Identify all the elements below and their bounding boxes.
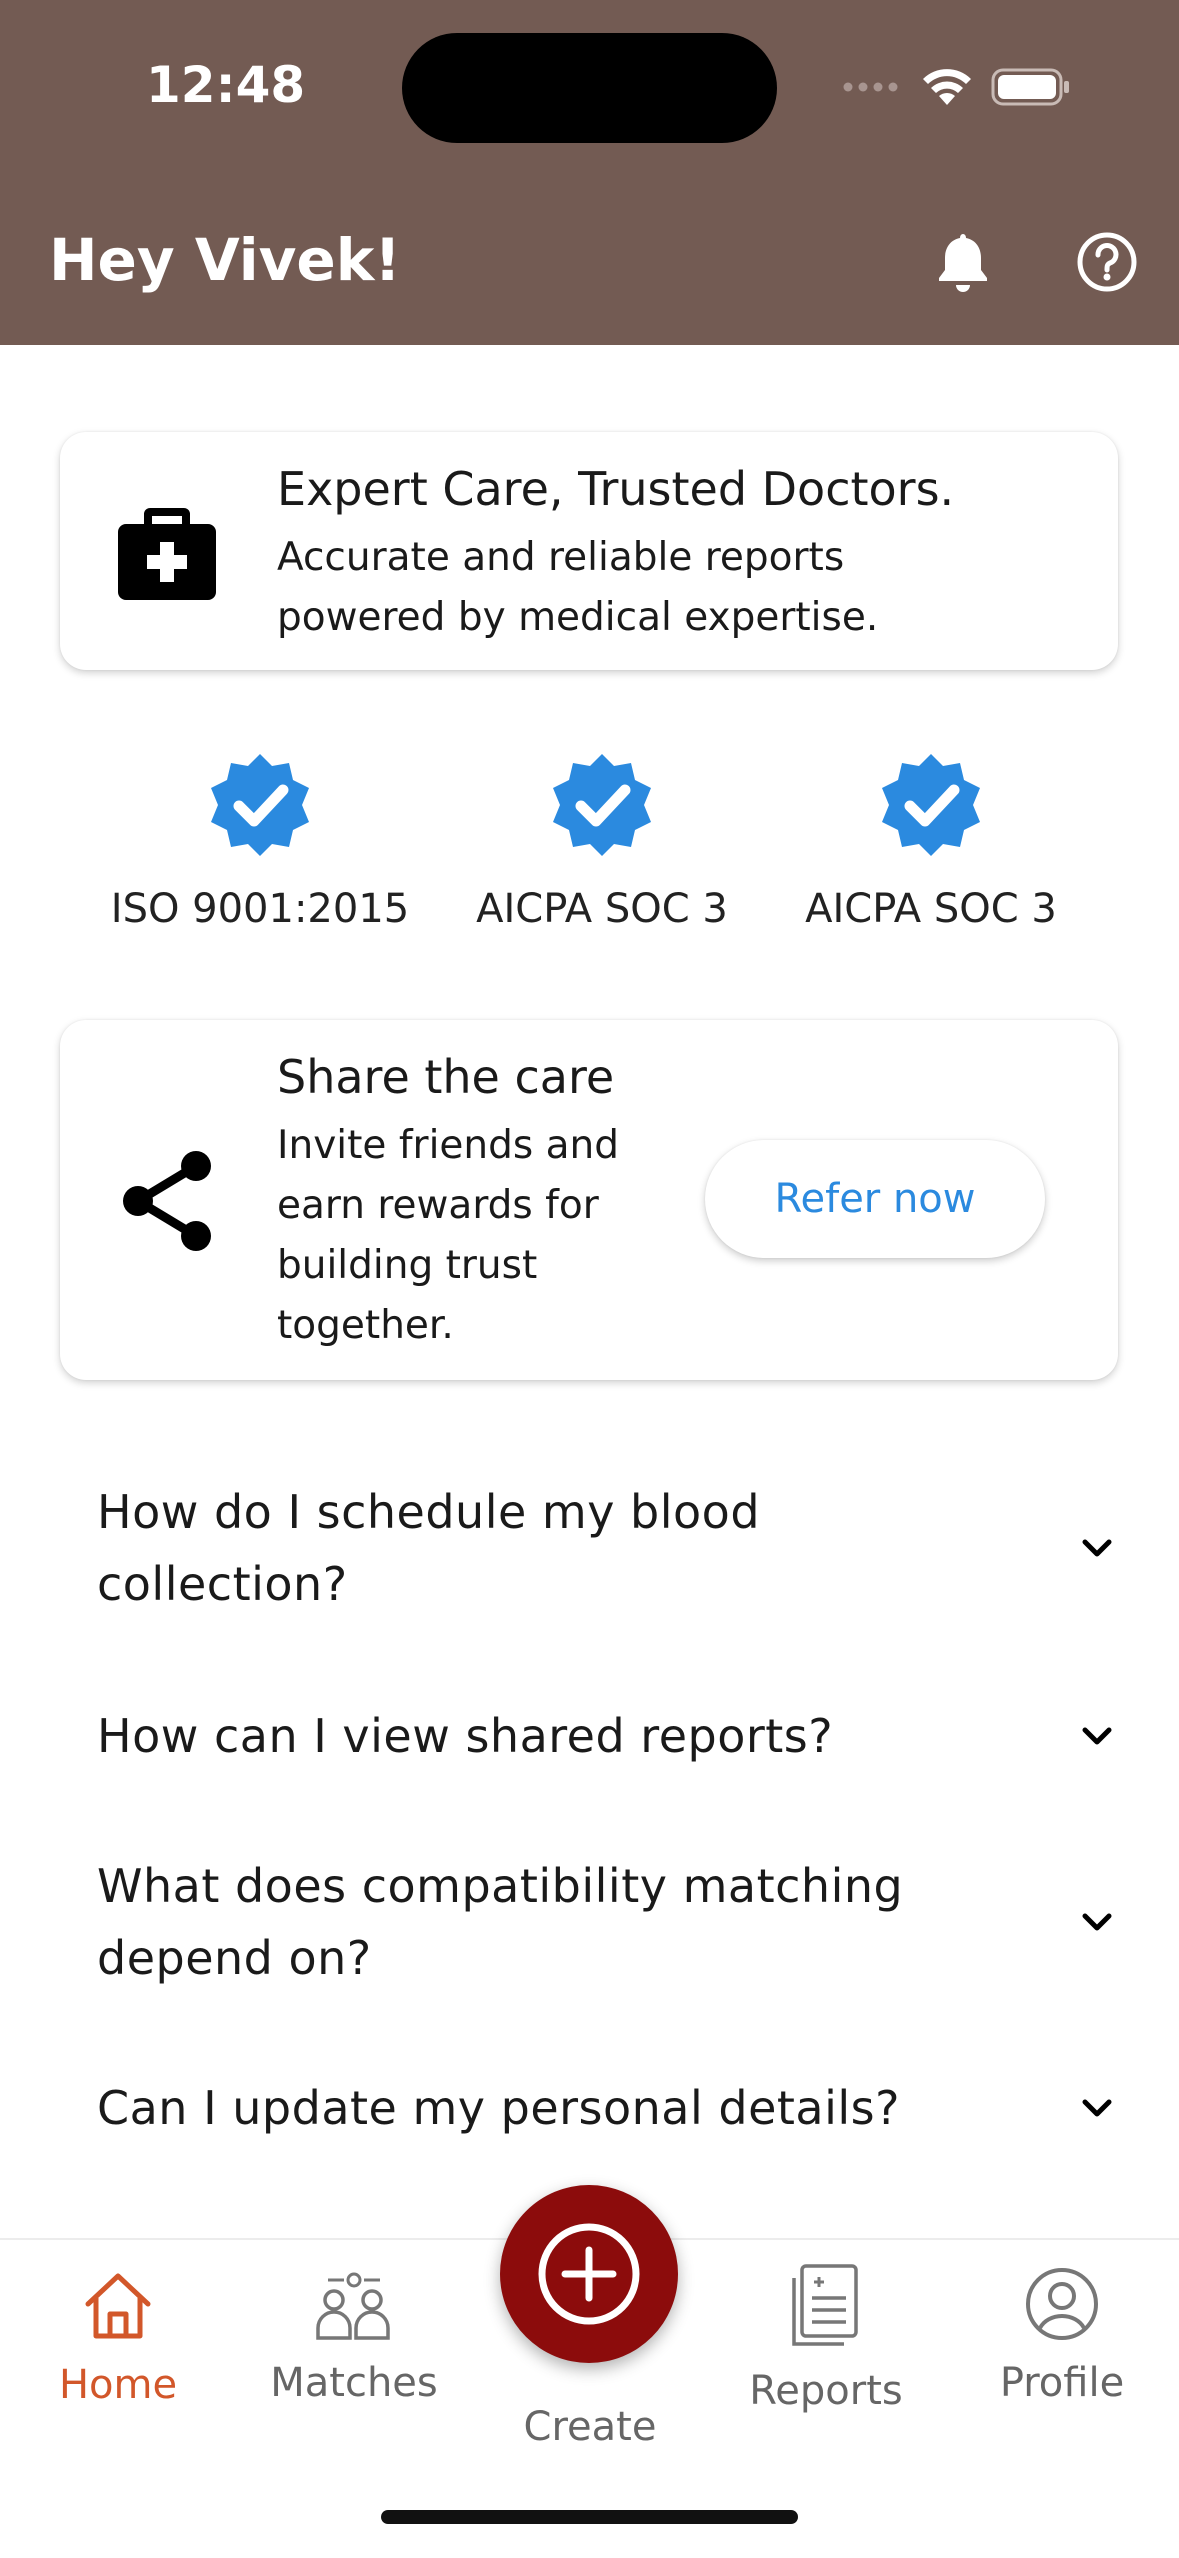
reports-icon [792,2264,858,2346]
status-time: 12:48 [146,56,306,114]
verified-badge-icon [211,754,309,856]
certification-label: ISO 9001:2015 [110,886,410,932]
nav-home[interactable]: Home [18,2268,218,2408]
create-button[interactable] [500,2185,678,2363]
certification-item: AICPA SOC 3 [432,750,772,932]
nav-create-label: Create [523,2404,657,2450]
certification-item: ISO 9001:2015 [90,750,430,932]
plus-circle-icon [538,2223,640,2325]
dynamic-island [402,33,777,143]
signal-icon [843,82,898,92]
share-card-line-1: Invite friends and [277,1123,619,1168]
faq-question-line-1: How can I view shared reports? [97,1709,834,1763]
faq-question-line-2: depend on? [97,1931,372,1985]
medical-kit-icon [118,508,216,600]
chevron-down-icon[interactable] [1077,2088,1117,2128]
share-care-card: Share the care Invite friends and earn r… [60,1020,1118,1380]
verified-badge-icon [882,754,980,856]
status-icons [843,64,1071,110]
faq-item[interactable]: Can I update my personal details? [97,2072,1117,2144]
nav-home-label: Home [58,2362,178,2408]
battery-icon [991,68,1069,106]
faq-question-line-2: collection? [97,1557,348,1611]
faq-question-line-1: What does compatibility matching [97,1859,904,1913]
faq-item[interactable]: How can I view shared reports? [97,1700,1117,1772]
nav-matches[interactable]: Matches [254,2270,454,2406]
nav-matches-label: Matches [270,2360,438,2406]
share-card-line-4: together. [277,1303,454,1348]
help-icon[interactable] [1072,222,1142,302]
nav-profile[interactable]: Profile [962,2266,1162,2406]
app-header: 12:48 Hey Vivek! [0,0,1179,345]
certification-item: AICPA SOC 3 [761,750,1101,932]
faq-question-line-1: Can I update my personal details? [97,2081,901,2135]
refer-now-button[interactable]: Refer now [705,1140,1045,1258]
share-card-line-2: earn rewards for [277,1183,599,1228]
nav-create[interactable]: Create [490,2390,690,2450]
chevron-down-icon[interactable] [1077,1716,1117,1756]
certification-label: AICPA SOC 3 [805,886,1057,932]
nav-reports[interactable]: Reports [726,2260,926,2414]
expert-care-card: Expert Care, Trusted Doctors. Accurate a… [60,432,1118,670]
share-icon [123,1151,211,1251]
faq-question-line-1: How do I schedule my blood [97,1485,761,1539]
profile-icon [1026,2268,1098,2340]
expert-card-title: Expert Care, Trusted Doctors. [277,462,955,516]
bell-icon[interactable] [928,222,998,302]
home-icon [85,2273,151,2339]
nav-profile-label: Profile [999,2360,1125,2406]
certification-label: AICPA SOC 3 [476,886,728,932]
greeting-title: Hey Vivek! [49,226,401,294]
matches-icon [316,2272,390,2340]
wifi-icon [923,69,971,105]
nav-reports-label: Reports [749,2368,903,2414]
chevron-down-icon[interactable] [1077,1902,1117,1942]
expert-card-line-1: Accurate and reliable reports [277,535,845,580]
expert-card-line-2: powered by medical expertise. [277,595,879,640]
verified-badge-icon [553,754,651,856]
share-card-title: Share the care [277,1050,615,1104]
share-card-line-3: building trust [277,1243,538,1288]
chevron-down-icon[interactable] [1077,1528,1117,1568]
home-indicator[interactable] [381,2510,798,2524]
faq-item[interactable]: How do I schedule my blood collection? [97,1476,1117,1620]
faq-item[interactable]: What does compatibility matching depend … [97,1850,1117,1994]
